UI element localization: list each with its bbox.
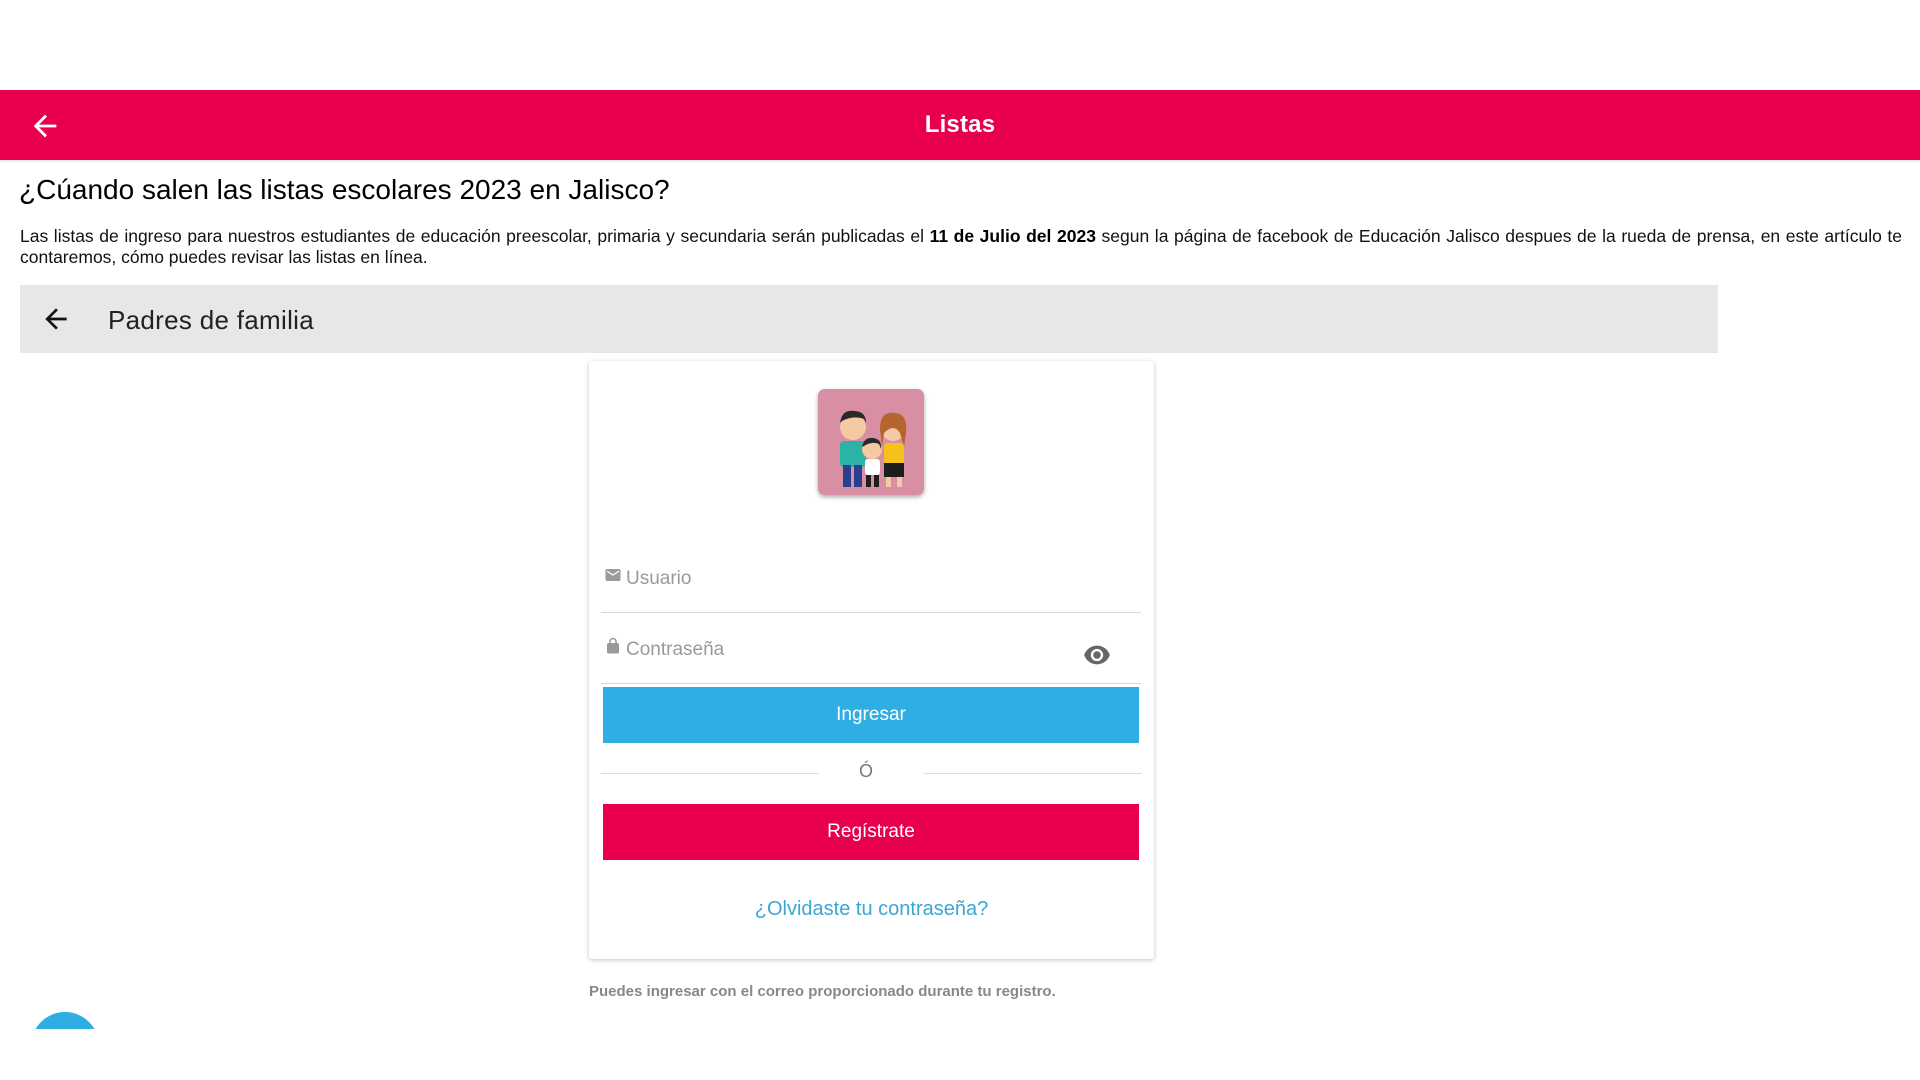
app-bar: Listas <box>0 90 1920 160</box>
arrow-left-icon[interactable] <box>28 109 62 143</box>
mail-icon <box>605 569 621 581</box>
embedded-screen-title: Padres de familia <box>108 305 314 335</box>
family-illustration-icon <box>818 389 924 495</box>
login-button[interactable]: Ingresar <box>603 687 1139 743</box>
login-card: Usuario Contraseña Ingresar Ó Regístrate… <box>589 361 1154 959</box>
register-button[interactable]: Regístrate <box>603 804 1139 860</box>
password-placeholder: Contraseña <box>626 639 725 660</box>
lock-icon <box>607 637 619 654</box>
divider-line-left <box>601 773 819 774</box>
family-avatar-image <box>818 389 924 495</box>
article-text-start: Las listas de ingreso para nuestros estu… <box>20 226 930 246</box>
arrow-left-icon <box>45 308 67 330</box>
fab-clip-mask <box>0 1029 200 1080</box>
password-field[interactable]: Contraseña <box>601 627 1141 684</box>
divider-text: Ó <box>859 761 874 781</box>
app-bar-title: Listas <box>924 111 996 138</box>
app-bar-shadow <box>0 160 1920 163</box>
divider-line-right <box>924 773 1142 774</box>
eye-icon[interactable] <box>1083 645 1111 665</box>
article-paragraph: Las listas de ingreso para nuestros estu… <box>20 226 1902 268</box>
username-field[interactable]: Usuario <box>601 556 1141 613</box>
embedded-screen-header: Padres de familia <box>20 285 1718 353</box>
login-note: Puedes ingresar con el correo proporcion… <box>589 983 1056 1000</box>
article-date-bold: 11 de Julio del 2023 <box>929 226 1096 246</box>
forgot-password-link[interactable]: ¿Olvidaste tu contraseña? <box>589 898 1154 921</box>
article-heading: ¿Cúando salen las listas escolares 2023 … <box>19 174 670 205</box>
username-placeholder: Usuario <box>626 568 692 589</box>
